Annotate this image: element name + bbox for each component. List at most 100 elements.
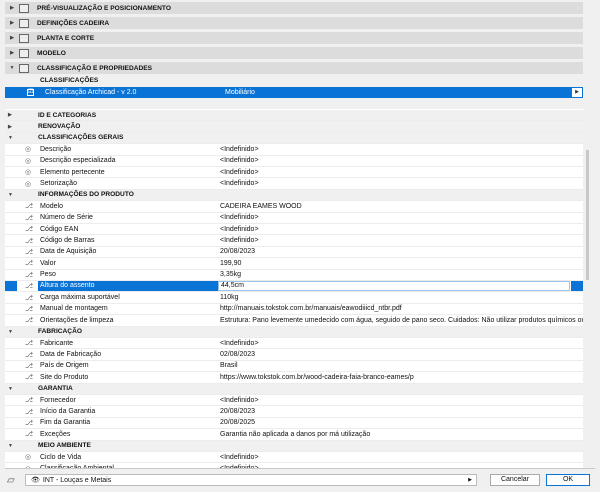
layer-select[interactable]: 👁 INT - Louças e Metais ▶	[25, 474, 477, 486]
scrollbar-thumb[interactable]	[586, 150, 589, 280]
chevron-right-icon[interactable]: ▶	[5, 20, 19, 26]
chevron-down-icon[interactable]: ▼	[8, 443, 13, 449]
property-value[interactable]: <Indefinido>	[220, 226, 259, 233]
property-value[interactable]: 20/08/2023	[220, 408, 255, 415]
property-row[interactable]: ⎇ Modelo CADEIRA EAMES WOOD	[5, 201, 583, 213]
property-label: Início da Garantia	[40, 408, 96, 416]
chevron-down-icon[interactable]: ▼	[8, 135, 13, 141]
property-value[interactable]: 110kg	[220, 294, 239, 301]
linked-property-icon: ⎇	[25, 397, 34, 405]
ok-button[interactable]: OK	[546, 474, 590, 486]
property-value[interactable]: 02/08/2023	[220, 351, 255, 358]
linked-property-icon: ⎇	[25, 271, 34, 279]
property-row[interactable]: ◎ Descrição <Indefinido>	[5, 144, 583, 156]
property-row[interactable]: ⎇ Número de Série <Indefinido>	[5, 213, 583, 224]
checkbox-icon[interactable]: ☑	[27, 89, 34, 96]
group-header[interactable]: ▶ RENOVAÇÃO	[5, 121, 583, 133]
property-row[interactable]: ⎇ Altura do assento 44,5cm	[5, 281, 583, 293]
scrollbar[interactable]	[586, 110, 590, 470]
group-header[interactable]: ▼ INFORMAÇÕES DO PRODUTO	[5, 189, 583, 202]
cancel-button[interactable]: Cancelar	[490, 474, 540, 486]
property-label: Fabricante	[40, 339, 74, 347]
chevron-down-icon[interactable]: ▼	[5, 65, 19, 71]
property-value[interactable]: <Indefinido>	[220, 454, 259, 461]
property-value[interactable]: 20/08/2023	[220, 248, 255, 255]
property-row[interactable]: ⎇ Data de Aquisição 20/08/2023	[5, 247, 583, 259]
group-header[interactable]: ▶ ID E CATEGORIAS	[5, 110, 583, 122]
property-row[interactable]: ◎ Setorização <Indefinido>	[5, 178, 583, 190]
chevron-right-icon[interactable]: ▶	[8, 124, 12, 130]
property-value[interactable]: 199,90	[220, 260, 241, 267]
property-value[interactable]: Estrutura: Pano levemente umedecido com …	[220, 317, 583, 324]
chevron-right-icon[interactable]: ▶	[5, 5, 19, 11]
chevron-down-icon[interactable]: ▼	[8, 329, 13, 335]
property-value[interactable]: <Indefinido>	[220, 157, 259, 164]
panel-header-1[interactable]: ▶ DEFINIÇÕES CADEIRA	[5, 17, 583, 29]
panel-header-2[interactable]: ▶ PLANTA E CORTE	[5, 32, 583, 44]
property-row[interactable]: ⎇ Site do Produto https://www.tokstok.com.…	[5, 372, 583, 384]
property-value[interactable]: <Indefinido>	[220, 180, 259, 187]
property-label: País de Origem	[40, 362, 89, 370]
property-value[interactable]: https://www.tokstok.com.br/wood-cadeira-…	[220, 374, 414, 381]
eye-icon: ◎	[25, 180, 32, 188]
property-row[interactable]: ⎇ Início da Garantia 20/08/2023	[5, 406, 583, 418]
value-edit-button[interactable]	[571, 281, 583, 292]
panel-header-4[interactable]: ▼ CLASSIFICAÇÃO E PROPRIEDADES	[5, 62, 583, 74]
chevron-right-icon[interactable]: ▶	[8, 112, 12, 118]
property-row[interactable]: ⎇ Código de Barras <Indefinido>	[5, 235, 583, 247]
property-row[interactable]: ⎇ Fornecedor <Indefinido>	[5, 395, 583, 407]
classification-name: Classificação Archicad - v 2.0	[45, 89, 137, 96]
property-row[interactable]: ◎ Elemento pertecente <Indefinido>	[5, 167, 583, 179]
property-row[interactable]: ⎇ Valor 199,90	[5, 258, 583, 270]
layer-icon: ▱	[7, 475, 15, 486]
property-label: Altura do assento	[38, 281, 218, 292]
group-header[interactable]: ▼ GARANTIA	[5, 383, 583, 395]
property-value[interactable]: 3,35kg	[220, 271, 241, 278]
chevron-down-icon[interactable]: ▼	[8, 386, 13, 392]
property-value[interactable]: <Indefinido>	[220, 146, 259, 153]
property-label: Descrição especializada	[40, 157, 116, 165]
property-row[interactable]: ⎇ Fim da Garantia 20/08/2025	[5, 418, 583, 430]
chevron-down-icon[interactable]: ▼	[8, 192, 13, 198]
property-value[interactable]: 20/08/2025	[220, 419, 255, 426]
panel-header-0[interactable]: ▶ PRÉ-VISUALIZAÇÃO E POSICIONAMENTO	[5, 2, 583, 14]
property-value[interactable]: <Indefinido>	[220, 340, 259, 347]
panel-header-3[interactable]: ▶ MODELO	[5, 47, 583, 59]
classification-row-selected[interactable]: ☑ Classificação Archicad - v 2.0 Mobiliá…	[5, 87, 583, 98]
group-header[interactable]: ▼ MEIO AMBIENTE	[5, 440, 583, 452]
property-label: Código de Barras	[40, 237, 95, 245]
classification-picker-button[interactable]: ▶	[572, 88, 582, 97]
property-row[interactable]: ⎇ Data de Fabricação 02/08/2023	[5, 349, 583, 361]
property-row[interactable]: ⎇ País de Origem Brasil	[5, 361, 583, 373]
property-row[interactable]: ◎ Descrição especializada <Indefinido>	[5, 156, 583, 167]
chevron-right-icon[interactable]: ▶	[5, 35, 19, 41]
property-label: Ciclo de Vida	[40, 453, 82, 461]
chevron-right-icon: ▶	[468, 477, 472, 483]
property-value[interactable]: Garantia não aplicada a danos por má uti…	[220, 431, 370, 438]
property-row[interactable]: ⎇ Carga máxima suportável 110kg	[5, 292, 583, 304]
linked-property-icon: ⎇	[25, 408, 34, 416]
property-row[interactable]: ⎇ Fabricante <Indefinido>	[5, 338, 583, 350]
property-value[interactable]: <Indefinido>	[220, 169, 259, 176]
chevron-right-icon[interactable]: ▶	[5, 50, 19, 56]
property-label: CLASSIFICAÇÕES GERAIS	[38, 134, 124, 142]
property-value[interactable]: CADEIRA EAMES WOOD	[220, 203, 302, 210]
property-label: Carga máxima suportável	[40, 294, 120, 302]
property-value[interactable]: <Indefinido>	[220, 237, 259, 244]
property-value[interactable]: <Indefinido>	[220, 214, 259, 221]
property-row[interactable]: ⎇ Peso 3,35kg	[5, 270, 583, 281]
group-header[interactable]: ▼ CLASSIFICAÇÕES GERAIS	[5, 132, 583, 145]
property-value[interactable]: 44,5cm	[218, 281, 570, 292]
floorplan-icon	[19, 33, 29, 43]
linked-property-icon: ⎇	[25, 214, 34, 222]
property-value[interactable]: http://manuais.tokstok.com.br/manuais/ea…	[220, 305, 402, 312]
property-value[interactable]: Brasil	[220, 362, 238, 369]
property-row[interactable]: ⎇ Exceções Garantia não aplicada a danos p…	[5, 429, 583, 441]
property-row[interactable]: ◎ Ciclo de Vida <Indefinido>	[5, 452, 583, 464]
property-label: Data de Fabricação	[40, 351, 102, 359]
property-row[interactable]: ⎇ Orientações de limpeza Estrutura: Pano l…	[5, 315, 583, 327]
group-header[interactable]: ▼ FABRICAÇÃO	[5, 326, 583, 338]
property-row[interactable]: ⎇ Manual de montagem http://manuais.toksto…	[5, 304, 583, 316]
property-row[interactable]: ⎇ Código EAN <Indefinido>	[5, 224, 583, 236]
property-value[interactable]: <Indefinido>	[220, 397, 259, 404]
